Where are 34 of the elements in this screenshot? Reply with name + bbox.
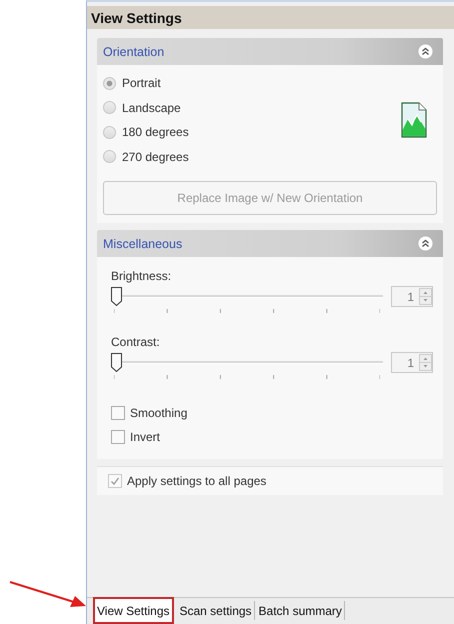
number-spinner[interactable]: 1 — [391, 286, 433, 307]
checkbox[interactable] — [111, 430, 125, 444]
section-title: Orientation — [103, 44, 164, 58]
section-title: Miscellaneous — [103, 236, 182, 250]
section-header[interactable]: Orientation — [97, 38, 443, 65]
checkbox-label: Invert — [130, 430, 160, 444]
number-spinner[interactable]: 1 — [391, 352, 433, 373]
slider-thumb[interactable] — [111, 353, 122, 372]
slider-label: Brightness: — [111, 269, 172, 283]
radio-button[interactable] — [103, 76, 116, 90]
radio-button[interactable] — [103, 101, 116, 114]
tab[interactable]: View Settings — [93, 597, 174, 624]
option-label: Landscape — [122, 100, 181, 115]
option-label: 180 degrees — [122, 125, 189, 140]
tab[interactable]: Batch summary — [256, 601, 345, 620]
option-label: Portrait — [122, 76, 161, 90]
checkbox-label: Smoothing — [130, 406, 188, 420]
tab[interactable]: Scan settings — [178, 601, 255, 620]
collapse-icon[interactable] — [418, 236, 433, 251]
checkbox[interactable] — [111, 406, 125, 420]
radio-button[interactable] — [103, 150, 116, 164]
checkbox-label: Apply settings to all pages — [127, 474, 266, 488]
panel-title: View Settings — [87, 6, 454, 29]
check-icon — [110, 476, 120, 486]
scale-ticks-icon — [114, 375, 380, 381]
arrow-icon — [8, 578, 88, 610]
slider-label: Contrast: — [111, 335, 161, 349]
slider-thumb[interactable] — [111, 287, 122, 306]
option-label: 270 degrees — [122, 150, 189, 164]
scale-ticks-icon — [114, 309, 380, 315]
image-icon — [401, 102, 427, 138]
collapse-icon[interactable] — [418, 44, 433, 59]
section-header[interactable]: Miscellaneous — [97, 230, 443, 257]
radio-button[interactable] — [103, 126, 116, 139]
